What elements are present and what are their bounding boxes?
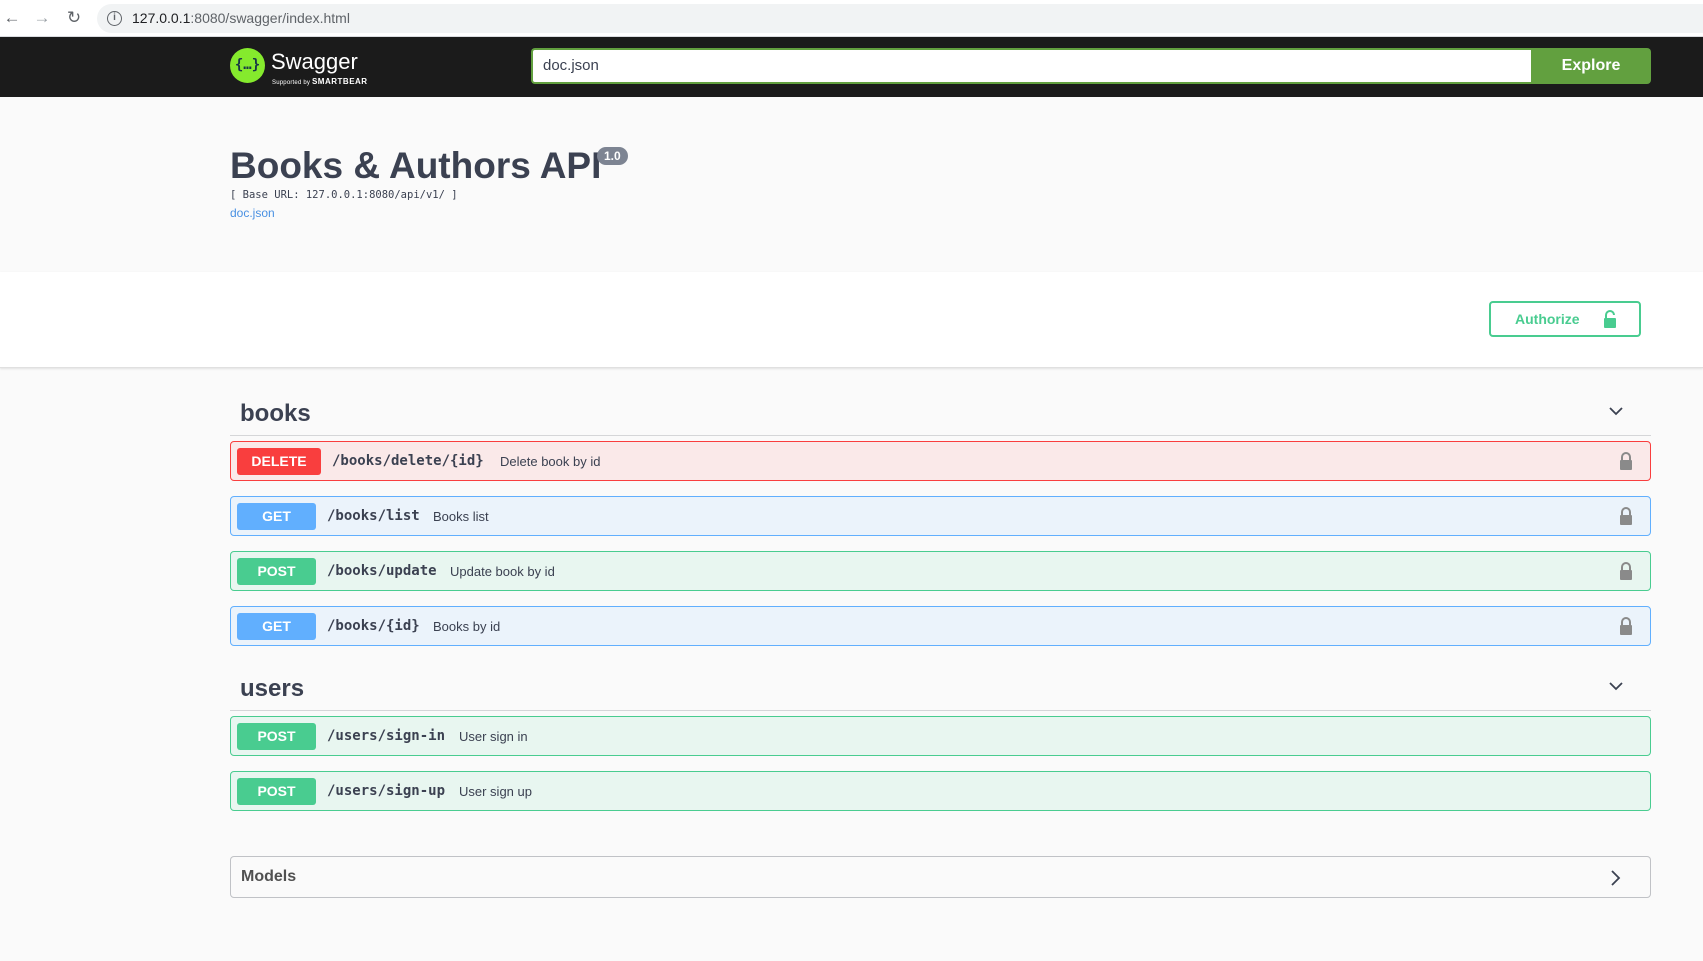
forward-arrow-icon[interactable]: → [32, 8, 52, 28]
api-title: Books & Authors API [230, 145, 602, 186]
authorize-label: Authorize [1515, 311, 1580, 327]
chevron-right-icon[interactable] [1608, 870, 1622, 886]
operation-row[interactable]: POST /users/sign-up User sign up [230, 771, 1651, 811]
logo-sub-brand: SMARTBEAR [311, 77, 368, 86]
method-badge: GET [237, 613, 316, 640]
chevron-down-icon[interactable] [1609, 679, 1623, 693]
operation-summary: Books list [433, 509, 489, 524]
logo-sub-prefix: Supported by [272, 80, 311, 86]
operation-path: /books/list [327, 508, 420, 524]
lock-icon[interactable] [1619, 507, 1633, 525]
operation-path: /users/sign-up [327, 783, 446, 799]
operation-summary: User sign in [459, 729, 528, 744]
browser-toolbar: ← → ↻ i 127.0.0.1:8080/swagger/index.htm… [0, 0, 1703, 37]
swagger-logo-icon[interactable]: {…} [230, 48, 265, 83]
authorize-button[interactable]: Authorize [1489, 301, 1641, 337]
operation-summary: Books by id [433, 619, 501, 634]
address-bar[interactable]: i 127.0.0.1:8080/swagger/index.html [97, 4, 1703, 33]
tag-header-books[interactable]: books [230, 386, 1651, 436]
explore-button[interactable]: Explore [1531, 48, 1651, 84]
lock-icon[interactable] [1619, 562, 1633, 580]
chevron-down-icon[interactable] [1609, 404, 1623, 418]
swagger-logo-subtitle: Supported by SMARTBEAR [272, 77, 368, 86]
operation-row[interactable]: GET /books/list Books list [230, 496, 1651, 536]
method-badge: POST [237, 778, 316, 805]
back-arrow-icon[interactable]: ← [2, 8, 22, 28]
spec-link[interactable]: doc.json [230, 206, 275, 220]
operation-path: /users/sign-in [327, 728, 446, 744]
spec-url-input[interactable]: doc.json [531, 48, 1531, 84]
address-url[interactable]: 127.0.0.1:8080/swagger/index.html [132, 10, 350, 26]
models-title: Models [241, 868, 297, 885]
method-badge: GET [237, 503, 316, 530]
base-url: [ Base URL: 127.0.0.1:8080/api/v1/ ] [230, 189, 458, 201]
operation-path: /books/{id} [327, 618, 420, 634]
tag-name: users [240, 675, 305, 702]
url-host: 127.0.0.1 [132, 10, 191, 26]
unlock-icon [1604, 310, 1616, 328]
method-badge: POST [237, 723, 316, 750]
info-icon[interactable]: i [107, 11, 122, 26]
api-info: Books & Authors API 1.0 [ Base URL: 127.… [0, 97, 1703, 272]
lock-icon[interactable] [1619, 617, 1633, 635]
scheme-container: Authorize [0, 272, 1703, 368]
operation-summary: User sign up [459, 784, 532, 799]
operation-summary: Delete book by id [500, 454, 601, 469]
tag-header-users[interactable]: users [230, 661, 1651, 711]
swagger-logo-text[interactable]: Swagger [271, 49, 358, 75]
models-section[interactable]: Models [230, 856, 1651, 898]
operation-row[interactable]: POST /users/sign-in User sign in [230, 716, 1651, 756]
version-badge: 1.0 [597, 147, 628, 165]
url-path: :8080/swagger/index.html [190, 10, 350, 26]
operation-path: /books/update [327, 563, 437, 579]
method-badge: DELETE [237, 448, 321, 475]
tag-name: books [240, 400, 311, 427]
operation-path: /books/delete/{id} [332, 453, 484, 469]
swagger-topbar: {…} Swagger Supported by SMARTBEAR doc.j… [0, 37, 1703, 97]
method-badge: POST [237, 558, 316, 585]
reload-icon[interactable]: ↻ [64, 8, 84, 28]
operation-row[interactable]: GET /books/{id} Books by id [230, 606, 1651, 646]
lock-icon[interactable] [1619, 452, 1633, 470]
operation-summary: Update book by id [450, 564, 555, 579]
operation-row[interactable]: POST /books/update Update book by id [230, 551, 1651, 591]
operation-row[interactable]: DELETE /books/delete/{id} Delete book by… [230, 441, 1651, 481]
